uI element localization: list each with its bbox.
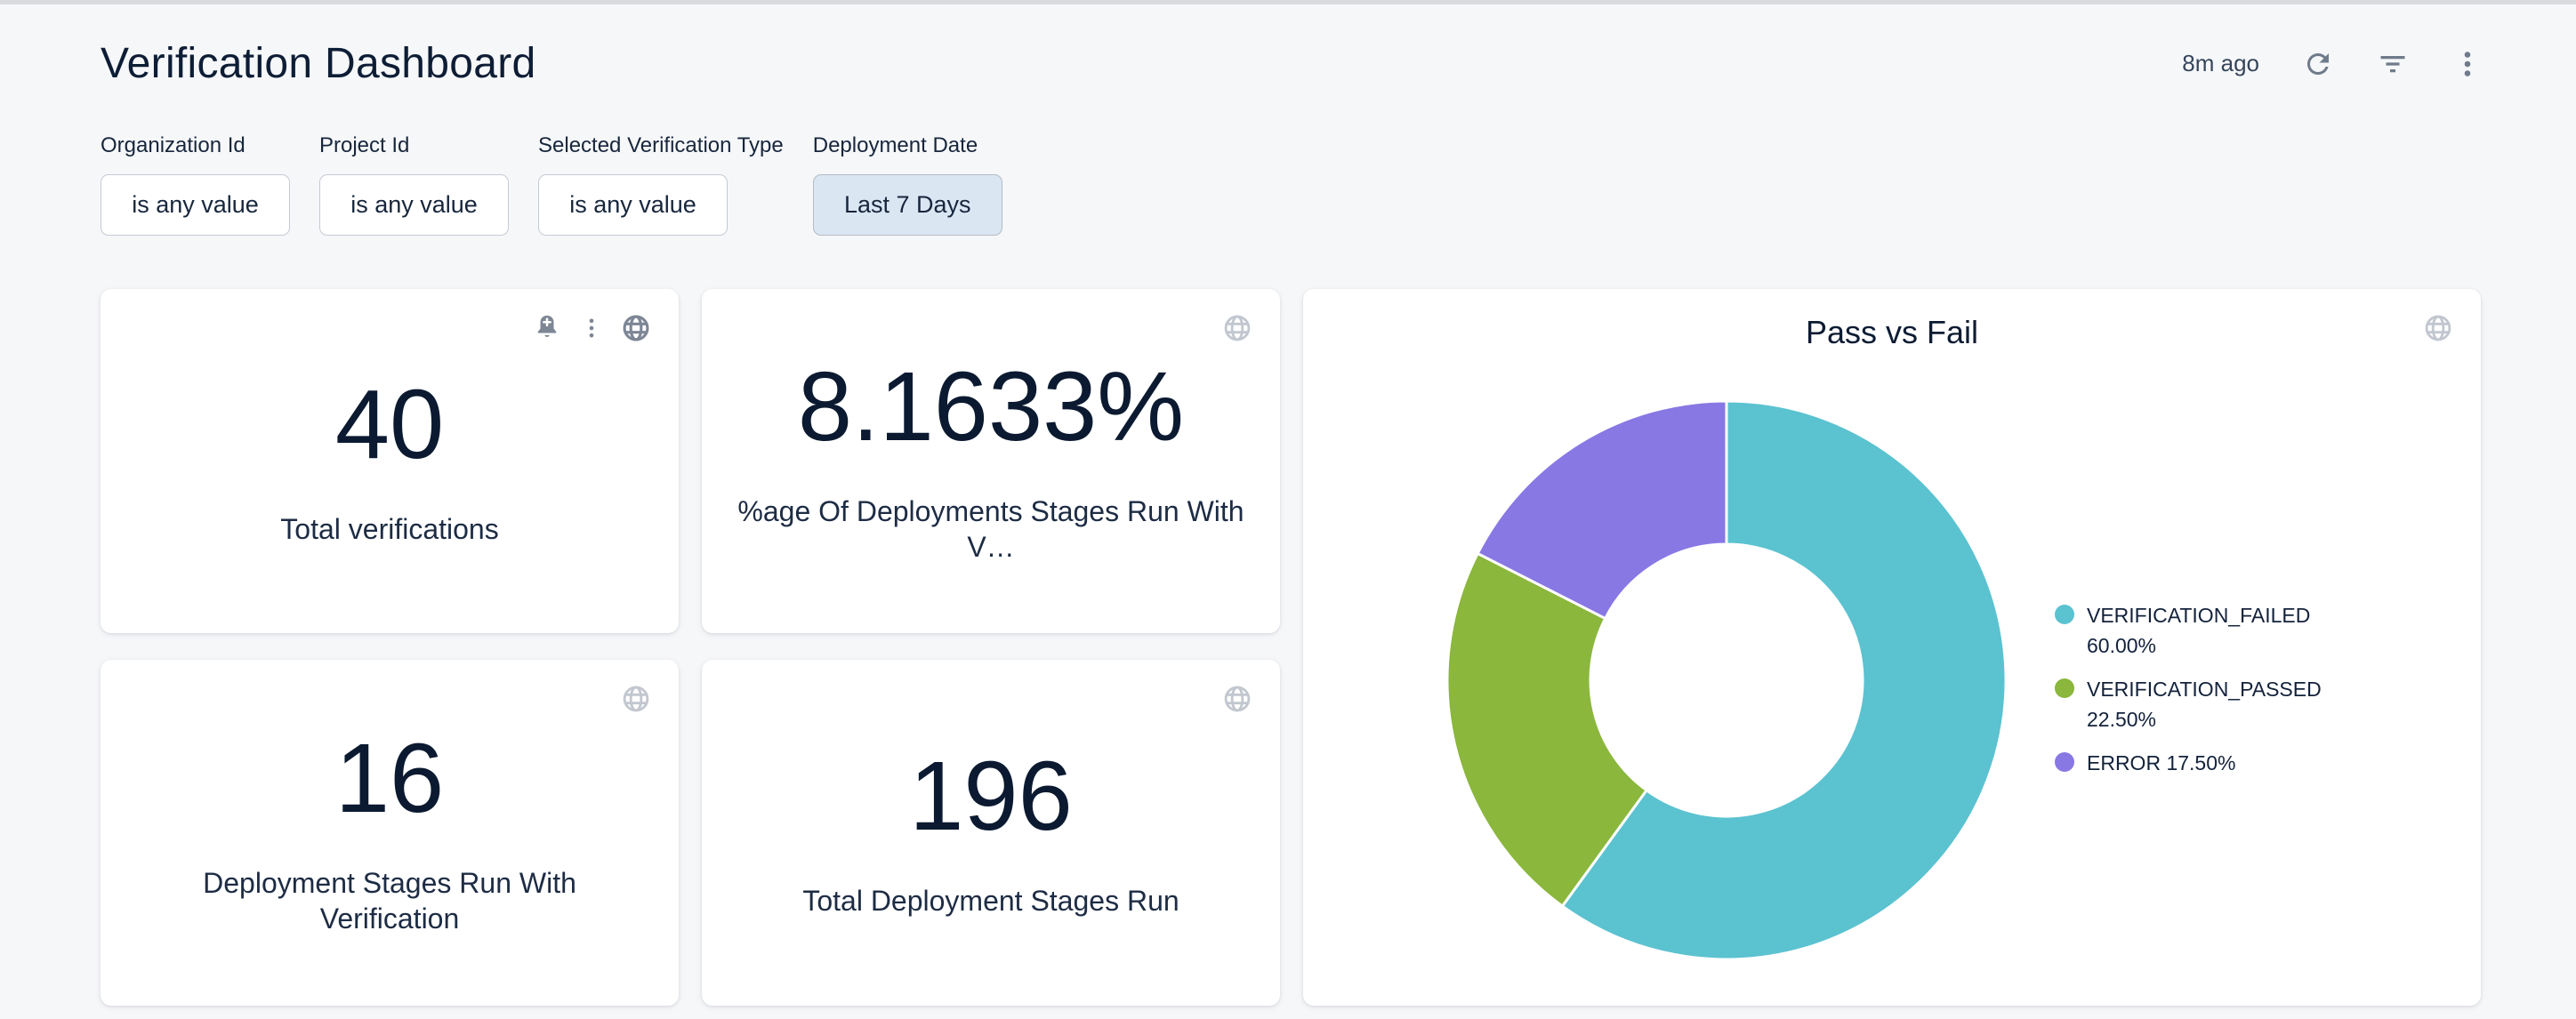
kpi-label: Total verifications — [280, 511, 498, 547]
last-refreshed-timestamp: 8m ago — [2182, 50, 2259, 77]
refresh-icon[interactable] — [2302, 48, 2334, 80]
filter-label: Organization Id — [101, 133, 290, 158]
verification-dashboard-page: Verification Dashboard 8m ago Organizati… — [0, 0, 2576, 1019]
legend-dot — [2055, 752, 2074, 772]
kpi-value: 8.1633% — [798, 358, 1184, 456]
header-controls: 8m ago — [2182, 48, 2483, 80]
tile-total-deployment-stages-run: 196 Total Deployment Stages Run — [702, 660, 1280, 1006]
filter-label: Project Id — [319, 133, 509, 158]
kpi-value: 196 — [909, 748, 1073, 846]
filter-value-button[interactable]: is any value — [538, 174, 728, 236]
filter-project-id: Project Id is any value — [319, 133, 509, 236]
legend-item-error[interactable]: ERROR 17.50% — [2055, 748, 2327, 778]
filter-organization-id: Organization Id is any value — [101, 133, 290, 236]
kpi-body: 196 Total Deployment Stages Run — [702, 660, 1280, 1006]
filter-bar: Organization Id is any value Project Id … — [101, 133, 1002, 236]
kpi-body: 8.1633% %age Of Deployments Stages Run W… — [702, 289, 1280, 633]
legend-item-verification-passed[interactable]: VERIFICATION_PASSED 22.50% — [2055, 674, 2327, 734]
kpi-body: 40 Total verifications — [101, 289, 679, 633]
filter-value-button-selected[interactable]: Last 7 Days — [813, 174, 1002, 236]
tile-total-verifications: 40 Total verifications — [101, 289, 679, 633]
kpi-value: 16 — [335, 730, 444, 828]
kpi-value: 40 — [335, 376, 444, 474]
filter-label: Deployment Date — [813, 133, 1002, 158]
tile-action-icons — [2422, 312, 2454, 344]
filter-value-button[interactable]: is any value — [319, 174, 509, 236]
legend-dot — [2055, 605, 2074, 624]
legend-label: VERIFICATION_FAILED 60.00% — [2087, 600, 2327, 661]
dashboard-header: Verification Dashboard 8m ago — [101, 39, 2483, 88]
donut-chart[interactable] — [1444, 397, 2009, 963]
legend-label: ERROR 17.50% — [2087, 748, 2235, 778]
kpi-label: %age Of Deployments Stages Run With V… — [734, 493, 1248, 565]
filter-deployment-date: Deployment Date Last 7 Days — [813, 133, 1002, 236]
page-title: Verification Dashboard — [101, 39, 536, 88]
filter-value-button[interactable]: is any value — [101, 174, 290, 236]
kpi-body: 16 Deployment Stages Run With Verificati… — [101, 660, 679, 1006]
tile-stages-run-with-verification: 16 Deployment Stages Run With Verificati… — [101, 660, 679, 1006]
filter-selected-verification-type: Selected Verification Type is any value — [538, 133, 784, 236]
chart-title: Pass vs Fail — [1303, 314, 2481, 351]
globe-icon[interactable] — [2422, 312, 2454, 344]
legend-label: VERIFICATION_PASSED 22.50% — [2087, 674, 2327, 734]
tile-pass-vs-fail-chart: Pass vs Fail VERIFICATION_FAILED 60.00% … — [1303, 289, 2481, 1006]
tile-pct-stages-with-verification: 8.1633% %age Of Deployments Stages Run W… — [702, 289, 1280, 633]
chart-legend: VERIFICATION_FAILED 60.00% VERIFICATION_… — [2055, 600, 2327, 778]
kpi-label: Total Deployment Stages Run — [802, 883, 1179, 919]
filter-list-icon[interactable] — [2377, 48, 2409, 80]
legend-item-verification-failed[interactable]: VERIFICATION_FAILED 60.00% — [2055, 600, 2327, 661]
window-top-strip — [0, 0, 2576, 4]
legend-dot — [2055, 678, 2074, 698]
kebab-menu-icon[interactable] — [2451, 48, 2483, 80]
filter-label: Selected Verification Type — [538, 133, 784, 158]
kpi-label: Deployment Stages Run With Verification — [133, 865, 647, 936]
